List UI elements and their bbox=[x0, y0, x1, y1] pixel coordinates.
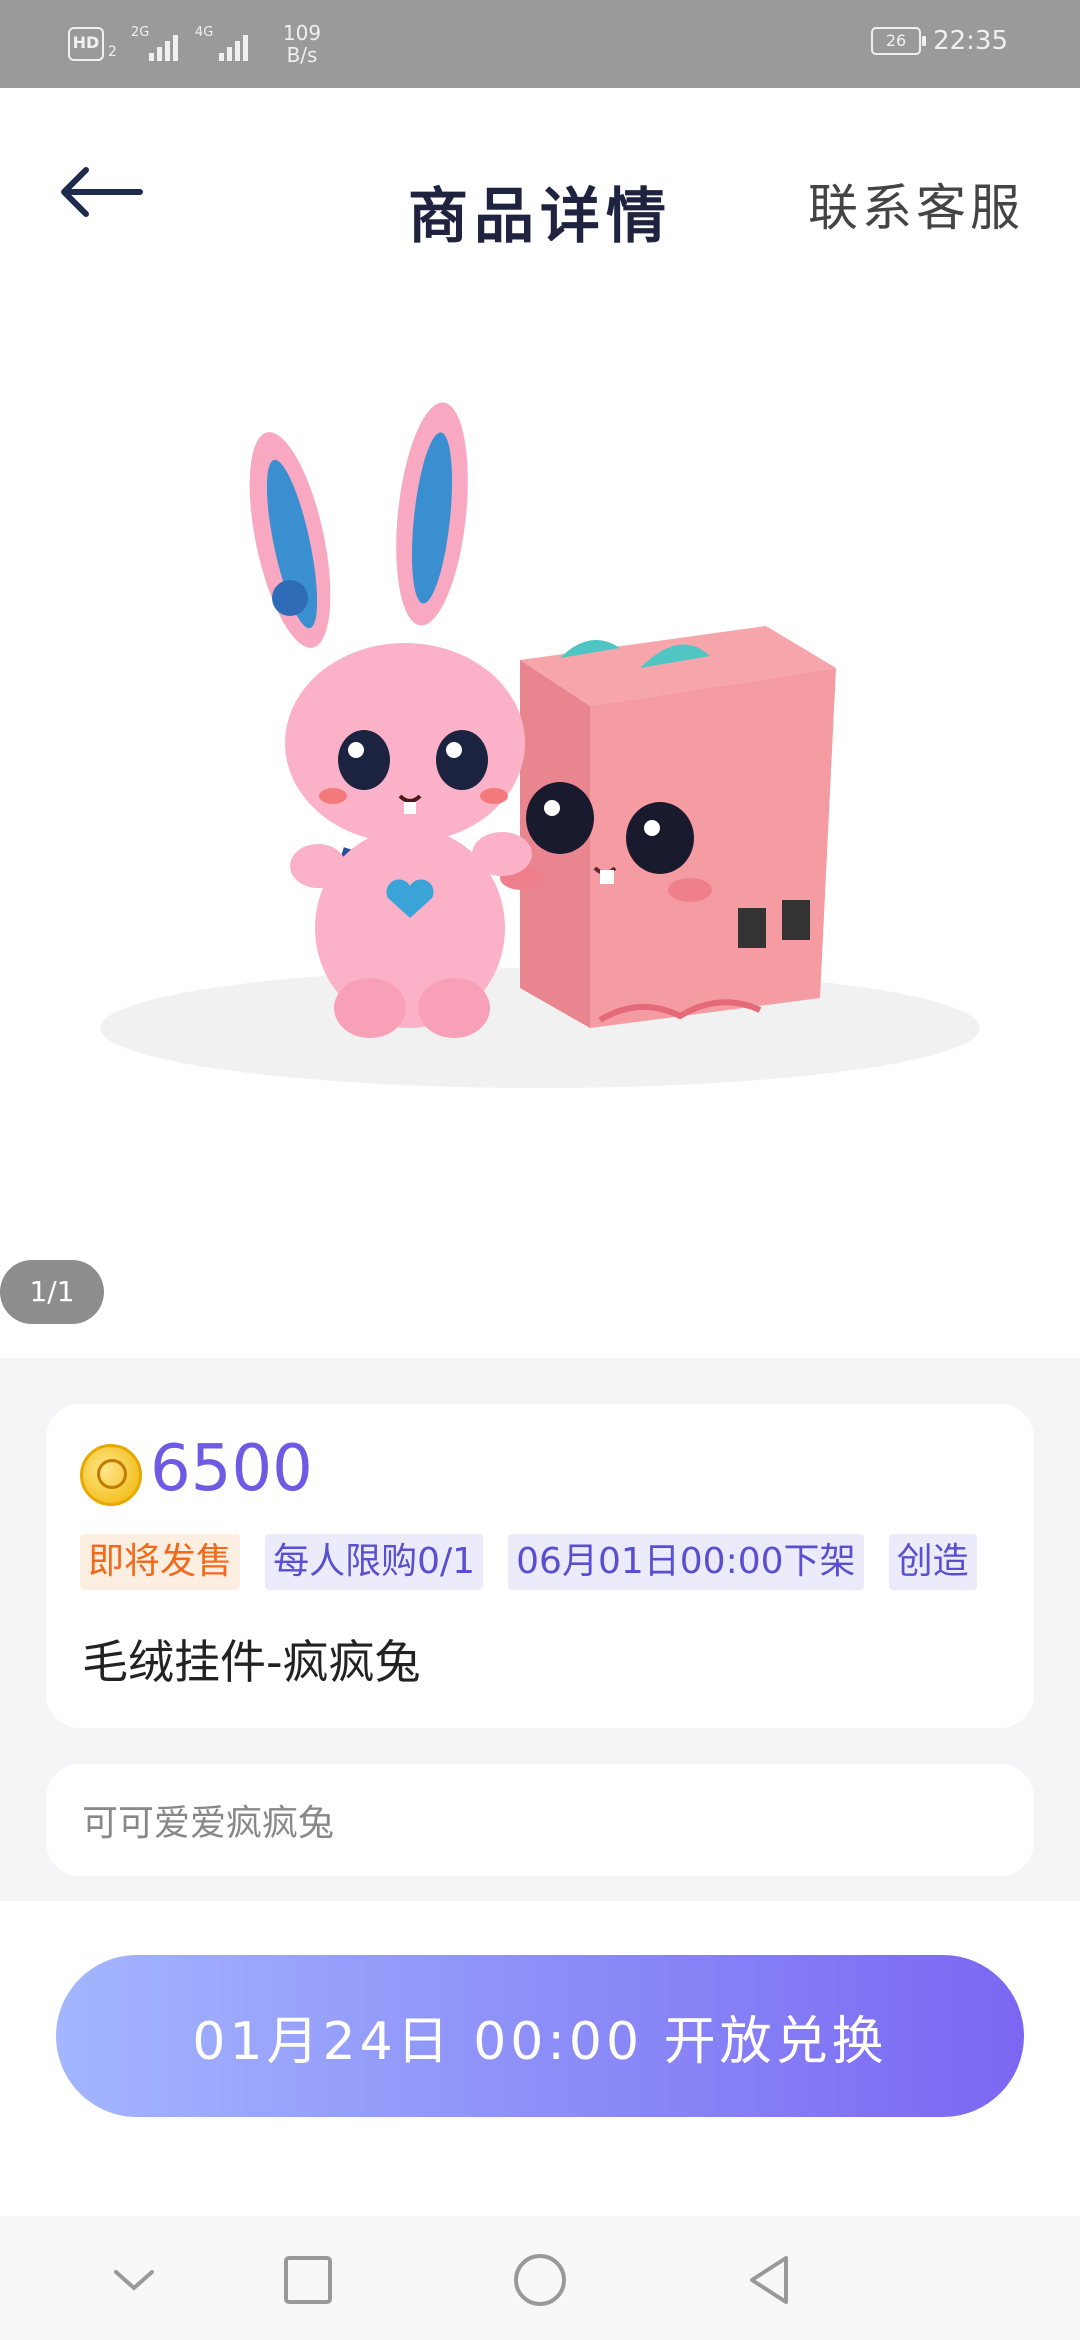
square-icon bbox=[284, 2256, 332, 2304]
description-card: 可可爱爱疯疯兔 bbox=[46, 1764, 1034, 1876]
signal-2g-icon: 2G bbox=[130, 25, 181, 61]
redeem-button[interactable]: 01月24日 00:00 开放兑换 bbox=[56, 1955, 1024, 2117]
clock: 22:35 bbox=[933, 26, 1008, 56]
price: 6500 bbox=[150, 1432, 313, 1506]
hd-sub-label: 2 bbox=[108, 44, 117, 60]
product-info-card: 6500 即将发售 每人限购0/1 06月01日00:00下架 创造 毛绒挂件-… bbox=[46, 1404, 1034, 1728]
tag-creator: 创造 bbox=[888, 1534, 977, 1590]
product-description: 可可爱爱疯疯兔 bbox=[82, 1803, 335, 1844]
tag-coming-soon: 即将发售 bbox=[80, 1534, 241, 1590]
product-name: 毛绒挂件-疯疯兔 bbox=[82, 1635, 421, 1689]
product-image bbox=[100, 402, 980, 1088]
tag-list: 即将发售 每人限购0/1 06月01日00:00下架 创造 bbox=[80, 1534, 1030, 1590]
hd-badge: HD bbox=[68, 27, 104, 61]
network-speed: 109 B/s bbox=[283, 22, 321, 66]
network-speed-value: 109 bbox=[282, 21, 322, 45]
coin-icon bbox=[80, 1444, 142, 1506]
status-bar: HD 2 2G 4G 109 B/s 26 22:35 bbox=[0, 0, 1080, 88]
status-left: HD 2 2G 4G 109 B/s bbox=[68, 22, 321, 66]
tag-offshelf-time: 06月01日00:00下架 bbox=[508, 1534, 864, 1590]
triangle-back-icon bbox=[750, 2256, 788, 2304]
bunny-plush-icon bbox=[249, 402, 532, 1038]
battery-icon: 26 bbox=[871, 27, 927, 55]
nav-back-button[interactable] bbox=[740, 2250, 800, 2310]
signal-2g-label: 2G bbox=[130, 25, 150, 40]
nav-home-button[interactable] bbox=[510, 2250, 570, 2310]
header: 商品详情 联系客服 bbox=[0, 88, 1080, 308]
status-right: 26 22:35 bbox=[871, 26, 1008, 56]
gift-box-icon bbox=[500, 626, 836, 1028]
tag-purchase-limit: 每人限购0/1 bbox=[265, 1534, 484, 1590]
nav-hide-button[interactable] bbox=[104, 2250, 164, 2310]
signal-4g-label: 4G bbox=[194, 25, 214, 40]
circle-icon bbox=[514, 2254, 566, 2306]
network-speed-unit: B/s bbox=[286, 43, 318, 67]
nav-recents-button[interactable] bbox=[278, 2250, 338, 2310]
chevron-down-icon bbox=[114, 2270, 154, 2291]
product-gallery[interactable]: 1/1 bbox=[0, 308, 1080, 1358]
system-navigation-bar bbox=[0, 2216, 1080, 2340]
signal-4g-icon: 4G bbox=[194, 25, 259, 61]
gallery-pager: 1/1 bbox=[0, 1260, 104, 1324]
contact-service-button[interactable]: 联系客服 bbox=[808, 168, 1024, 240]
